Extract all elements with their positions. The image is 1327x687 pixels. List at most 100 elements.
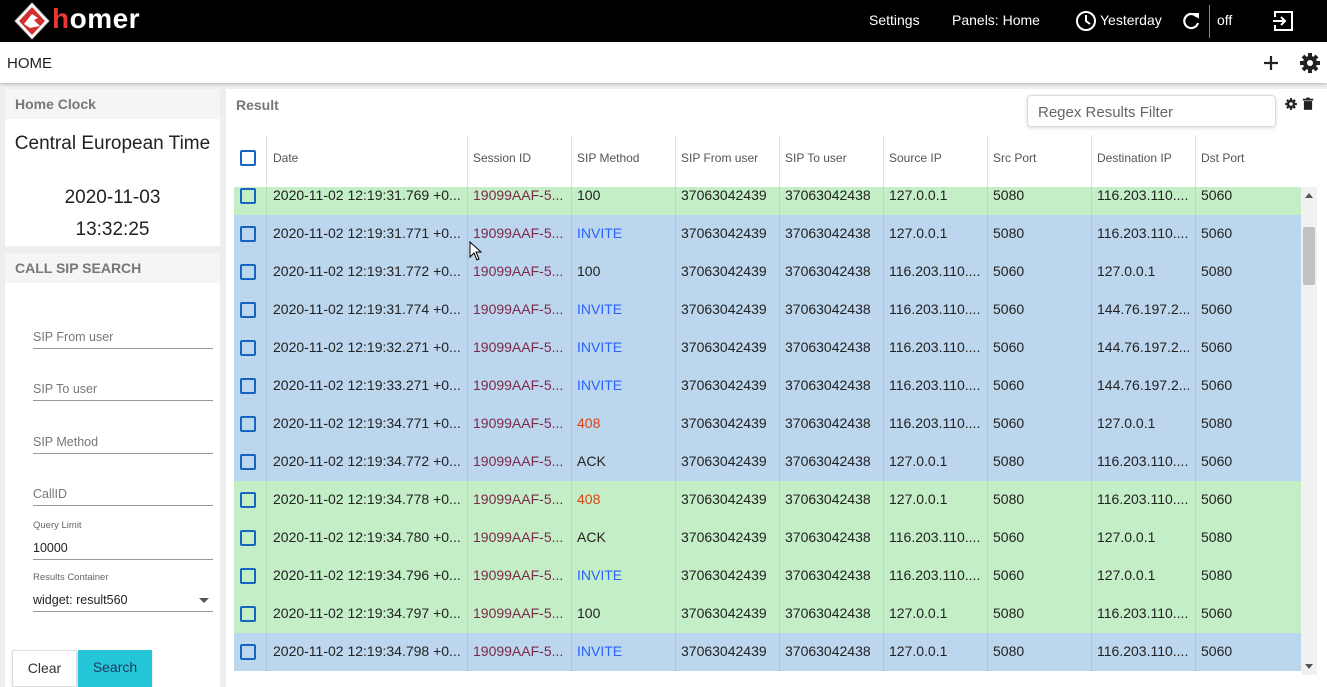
row-checkbox[interactable]: [240, 454, 256, 470]
cell-sip-method: ACK: [577, 529, 606, 545]
cell-sip-from-user: 37063042439: [681, 301, 767, 317]
sip-to-user-input[interactable]: SIP To user: [33, 379, 213, 401]
cell-separator: [1091, 633, 1092, 671]
col-date[interactable]: Date: [273, 151, 298, 165]
cell-dst-port: 5060: [1201, 491, 1233, 507]
table-scrollbar[interactable]: [1301, 187, 1317, 675]
scroll-thumb[interactable]: [1303, 227, 1315, 285]
cell-src-port: 5080: [993, 187, 1025, 203]
cell-separator: [467, 367, 468, 405]
col-dst-port[interactable]: Dst Port: [1201, 151, 1244, 165]
cell-dst-port: 5080: [1201, 529, 1233, 545]
col-src-port[interactable]: Src Port: [993, 151, 1036, 165]
cell-sip-to-user: 37063042438: [785, 491, 871, 507]
refresh-icon[interactable]: [1180, 10, 1202, 32]
app-brand[interactable]: homer: [52, 3, 140, 35]
refresh-state[interactable]: off: [1217, 12, 1232, 28]
cell-sip-method: INVITE: [577, 643, 623, 659]
cell-separator: [883, 595, 884, 633]
row-checkbox[interactable]: [240, 302, 256, 318]
cell-date: 2020-11-02 12:19:31.769 +0...: [273, 187, 461, 203]
add-icon[interactable]: [1259, 51, 1283, 75]
result-settings-icon[interactable]: [1284, 97, 1298, 111]
cell-separator: [987, 481, 988, 519]
cell-dst-port: 5060: [1201, 377, 1233, 393]
trash-icon[interactable]: [1301, 97, 1315, 111]
cell-destination-ip: 116.203.110....: [1097, 187, 1189, 203]
cell-date: 2020-11-02 12:19:34.797 +0...: [273, 605, 461, 621]
table-row[interactable]: 2020-11-02 12:19:32.271 +0... 19099AAF-5.…: [234, 329, 1301, 367]
table-row[interactable]: 2020-11-02 12:19:34.780 +0... 19099AAF-5.…: [234, 519, 1301, 557]
gear-icon[interactable]: [1298, 51, 1322, 75]
query-limit-input[interactable]: Query Limit 10000: [33, 520, 213, 560]
cell-separator: [779, 595, 780, 633]
cell-date: 2020-11-02 12:19:34.771 +0...: [273, 415, 461, 431]
row-checkbox[interactable]: [240, 644, 256, 660]
cell-separator: [883, 405, 884, 443]
col-source-ip[interactable]: Source IP: [889, 151, 942, 165]
select-all-checkbox[interactable]: [240, 150, 256, 166]
table-row[interactable]: 2020-11-02 12:19:34.796 +0... 19099AAF-5.…: [234, 557, 1301, 595]
table-row[interactable]: 2020-11-02 12:19:34.797 +0... 19099AAF-5.…: [234, 595, 1301, 633]
cell-separator: [779, 443, 780, 481]
col-session-id[interactable]: Session ID: [473, 151, 531, 165]
row-checkbox[interactable]: [240, 416, 256, 432]
cell-separator: [987, 633, 988, 671]
cell-sip-method: INVITE: [577, 225, 623, 241]
cell-dst-port: 5080: [1201, 263, 1233, 279]
col-sip-method[interactable]: SIP Method: [577, 151, 639, 165]
table-row[interactable]: 2020-11-02 12:19:34.798 +0... 19099AAF-5.…: [234, 633, 1301, 671]
table-row[interactable]: 2020-11-02 12:19:34.772 +0... 19099AAF-5.…: [234, 443, 1301, 481]
cell-sip-from-user: 37063042439: [681, 377, 767, 393]
cell-separator: [571, 557, 572, 595]
row-checkbox[interactable]: [240, 606, 256, 622]
row-checkbox[interactable]: [240, 226, 256, 242]
sip-method-input[interactable]: SIP Method: [33, 432, 213, 454]
dropdown-arrow-icon: [199, 598, 209, 603]
scroll-up-icon[interactable]: [1305, 193, 1313, 198]
cell-separator: [467, 481, 468, 519]
cell-separator: [675, 367, 676, 405]
cell-separator: [883, 519, 884, 557]
clear-button[interactable]: Clear: [12, 650, 77, 687]
cell-separator: [675, 405, 676, 443]
table-row[interactable]: 2020-11-02 12:19:34.778 +0... 19099AAF-5.…: [234, 481, 1301, 519]
row-checkbox[interactable]: [240, 492, 256, 508]
table-row[interactable]: 2020-11-02 12:19:31.769 +0... 19099AAF-5.…: [234, 187, 1301, 215]
table-row[interactable]: 2020-11-02 12:19:31.771 +0... 19099AAF-5.…: [234, 215, 1301, 253]
row-checkbox[interactable]: [240, 340, 256, 356]
table-row[interactable]: 2020-11-02 12:19:33.271 +0... 19099AAF-5.…: [234, 367, 1301, 405]
results-container-select[interactable]: Results Container widget: result560: [33, 572, 213, 612]
settings-menu[interactable]: Settings: [869, 12, 920, 28]
sip-from-user-input[interactable]: SIP From user: [33, 327, 213, 349]
column-separator: [883, 135, 884, 187]
scroll-down-icon[interactable]: [1305, 664, 1313, 669]
time-range-button[interactable]: Yesterday: [1100, 12, 1162, 28]
row-checkbox[interactable]: [240, 188, 256, 204]
row-checkbox[interactable]: [240, 378, 256, 394]
regex-filter-input[interactable]: Regex Results Filter: [1027, 95, 1276, 127]
search-button[interactable]: Search: [78, 650, 152, 687]
col-sip-to-user[interactable]: SIP To user: [785, 151, 847, 165]
table-row[interactable]: 2020-11-02 12:19:31.772 +0... 19099AAF-5.…: [234, 253, 1301, 291]
callid-input[interactable]: CallID: [33, 484, 213, 506]
cell-src-port: 5080: [993, 643, 1025, 659]
cell-separator: [987, 443, 988, 481]
cell-sip-from-user: 37063042439: [681, 605, 767, 621]
row-checkbox[interactable]: [240, 264, 256, 280]
col-destination-ip[interactable]: Destination IP: [1097, 151, 1172, 165]
row-checkbox[interactable]: [240, 530, 256, 546]
table-row[interactable]: 2020-11-02 12:19:31.774 +0... 19099AAF-5.…: [234, 291, 1301, 329]
cell-sip-to-user: 37063042438: [785, 567, 871, 583]
cell-separator: [1091, 253, 1092, 291]
col-sip-from-user[interactable]: SIP From user: [681, 151, 758, 165]
panels-menu[interactable]: Panels: Home: [952, 12, 1040, 28]
cell-separator: [987, 291, 988, 329]
result-panel: Result Regex Results Filter Date Session…: [226, 89, 1327, 687]
top-divider: [1209, 5, 1210, 38]
logout-icon[interactable]: [1272, 10, 1294, 32]
clock-icon[interactable]: [1075, 10, 1097, 32]
row-checkbox[interactable]: [240, 568, 256, 584]
table-row[interactable]: 2020-11-02 12:19:34.771 +0... 19099AAF-5.…: [234, 405, 1301, 443]
cell-separator: [987, 367, 988, 405]
